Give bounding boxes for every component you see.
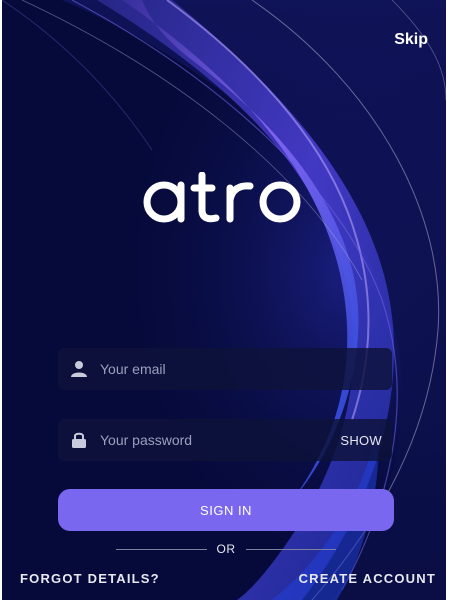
divider-line-right	[245, 548, 336, 550]
divider-line-left	[116, 548, 207, 550]
atro-logo	[143, 172, 301, 223]
email-field	[58, 348, 392, 390]
login-screen: Skip SHOW SIGN IN	[2, 0, 446, 600]
password-field: SHOW	[58, 419, 392, 461]
forgot-details-link[interactable]: FORGOT DETAILS?	[20, 571, 160, 586]
email-input[interactable]	[100, 348, 392, 390]
show-password-toggle[interactable]: SHOW	[340, 433, 392, 448]
password-input[interactable]	[100, 419, 341, 461]
user-icon	[58, 348, 100, 390]
or-divider: OR	[116, 541, 336, 557]
sign-in-button[interactable]: SIGN IN	[58, 489, 394, 531]
skip-link[interactable]: Skip	[394, 31, 428, 49]
create-account-link[interactable]: CREATE ACCOUNT	[299, 571, 436, 586]
or-label: OR	[216, 542, 236, 556]
right-edge-strip	[446, 0, 450, 600]
lock-icon	[58, 419, 100, 461]
